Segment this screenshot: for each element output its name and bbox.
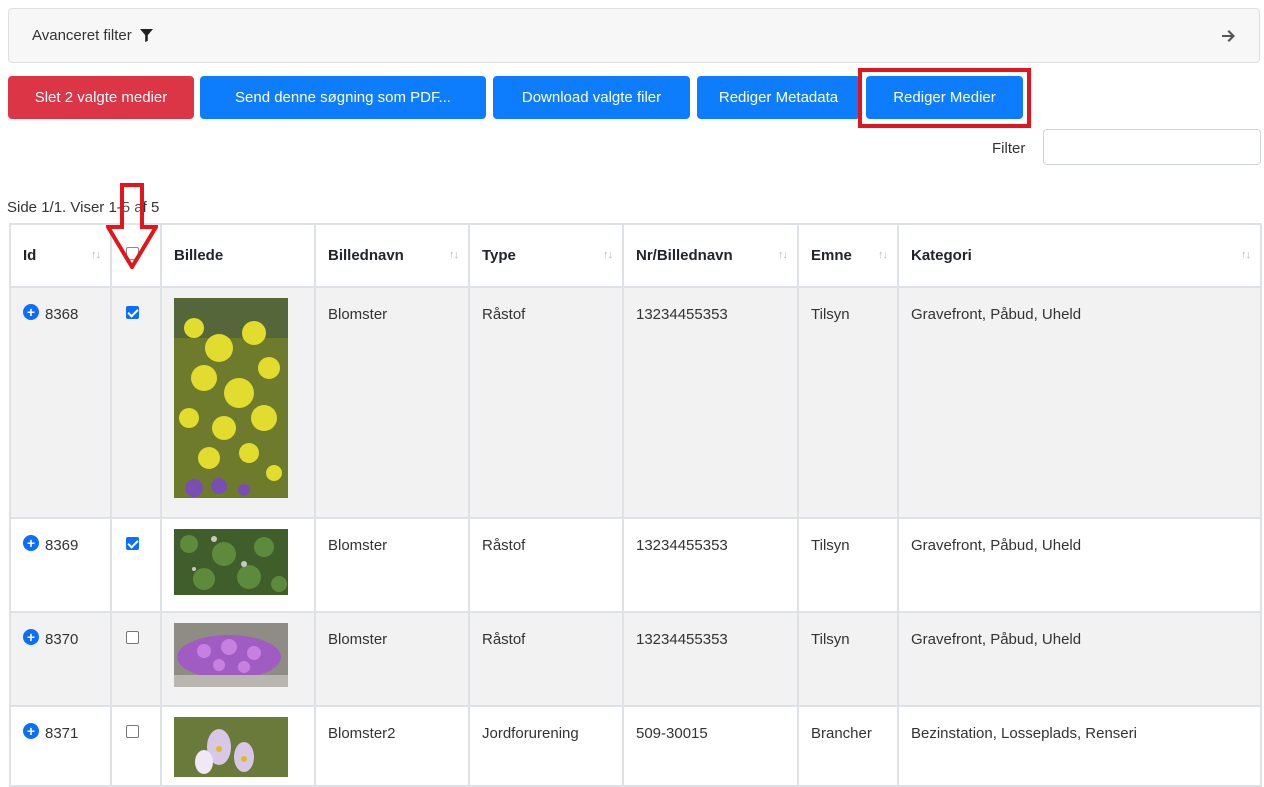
row-category: Gravefront, Påbud, Uheld — [897, 517, 1262, 613]
row-id: 8369 — [45, 537, 79, 554]
plus-circle-icon[interactable]: + — [23, 722, 39, 739]
download-selected-button[interactable]: Download valgte filer — [493, 76, 690, 119]
column-header-category[interactable]: Kategori ↑↓ — [897, 223, 1262, 288]
row-name: Blomster — [314, 611, 470, 707]
delete-selected-button[interactable]: Slet 2 valgte medier — [8, 76, 194, 119]
table-row[interactable]: +8368 Blomster Råstof 13234455353 Tilsyn… — [9, 286, 1262, 519]
row-name: Blomster2 — [314, 705, 470, 787]
row-type: Råstof — [468, 611, 624, 707]
column-header-image-label: Billede — [174, 247, 224, 264]
table-header-row: Id ↑↓ Billede Billednavn ↑↓ Type ↑↓ Nr/Bill… — [9, 223, 1262, 288]
column-header-nr-label: Nr/Billednavn — [636, 247, 733, 264]
column-header-category-label: Kategori — [911, 247, 972, 264]
sort-icon[interactable]: ↑↓ — [91, 249, 101, 261]
row-subject: Tilsyn — [797, 611, 899, 707]
row-category: Gravefront, Påbud, Uheld — [897, 286, 1262, 519]
row-nr: 13234455353 — [622, 611, 799, 707]
row-name: Blomster — [314, 286, 470, 519]
row-name: Blomster — [314, 517, 470, 613]
row-id: 8371 — [45, 725, 79, 742]
funnel-icon — [139, 29, 153, 42]
column-header-name-label: Billednavn — [328, 247, 404, 264]
arrow-right-icon[interactable] — [1222, 29, 1236, 42]
row-checkbox[interactable] — [126, 537, 139, 550]
row-category: Bezinstation, Losseplads, Renseri — [897, 705, 1262, 787]
column-header-image: Billede — [160, 223, 316, 288]
media-table: Id ↑↓ Billede Billednavn ↑↓ Type ↑↓ Nr/Bill… — [9, 223, 1262, 787]
table-row[interactable]: +8370 Blomster Råstof 13234455353 Tilsyn… — [9, 611, 1262, 707]
column-header-nr[interactable]: Nr/Billednavn ↑↓ — [622, 223, 799, 288]
row-checkbox[interactable] — [126, 631, 139, 644]
column-header-id[interactable]: Id ↑↓ — [9, 223, 112, 288]
row-id: 8368 — [45, 306, 79, 323]
row-subject: Brancher — [797, 705, 899, 787]
advanced-filter-bar[interactable]: Avanceret filter — [8, 8, 1260, 63]
thumbnail-image[interactable] — [174, 529, 288, 595]
edit-metadata-button[interactable]: Rediger Metadata — [697, 76, 860, 119]
thumbnail-image[interactable] — [174, 298, 288, 498]
advanced-filter-toggle[interactable]: Avanceret filter — [32, 27, 153, 44]
row-checkbox[interactable] — [126, 725, 139, 738]
column-header-name[interactable]: Billednavn ↑↓ — [314, 223, 470, 288]
sort-icon[interactable]: ↑↓ — [603, 249, 613, 261]
thumbnail-image[interactable] — [174, 717, 288, 777]
annotation-down-arrow — [106, 183, 158, 269]
row-type: Råstof — [468, 286, 624, 519]
plus-circle-icon[interactable]: + — [23, 303, 39, 320]
row-type: Råstof — [468, 517, 624, 613]
column-header-id-label: Id — [23, 247, 37, 264]
column-header-subject[interactable]: Emne ↑↓ — [797, 223, 899, 288]
sort-icon[interactable]: ↑↓ — [449, 249, 459, 261]
row-id: 8370 — [45, 631, 79, 648]
row-nr: 13234455353 — [622, 517, 799, 613]
filter-input[interactable] — [1043, 129, 1261, 165]
row-subject: Tilsyn — [797, 286, 899, 519]
table-row[interactable]: +8371 Blomster2 Jordforurening 509-30015… — [9, 705, 1262, 787]
row-category: Gravefront, Påbud, Uheld — [897, 611, 1262, 707]
thumbnail-image[interactable] — [174, 623, 288, 687]
column-header-type-label: Type — [482, 247, 516, 264]
column-header-subject-label: Emne — [811, 247, 852, 264]
column-header-type[interactable]: Type ↑↓ — [468, 223, 624, 288]
filter-label: Filter — [992, 140, 1026, 157]
plus-circle-icon[interactable]: + — [23, 628, 39, 645]
table-row[interactable]: +8369 Blomster Råstof 13234455353 Tilsyn… — [9, 517, 1262, 613]
plus-circle-icon[interactable]: + — [23, 534, 39, 551]
send-pdf-button[interactable]: Send denne søgning som PDF... — [200, 76, 486, 119]
sort-icon[interactable]: ↑↓ — [1241, 249, 1251, 261]
advanced-filter-label: Avanceret filter — [32, 27, 132, 44]
row-subject: Tilsyn — [797, 517, 899, 613]
sort-icon[interactable]: ↑↓ — [878, 249, 888, 261]
annotation-highlight-box — [858, 68, 1031, 128]
row-type: Jordforurening — [468, 705, 624, 787]
row-nr: 13234455353 — [622, 286, 799, 519]
row-nr: 509-30015 — [622, 705, 799, 787]
row-checkbox[interactable] — [126, 306, 139, 319]
sort-icon[interactable]: ↑↓ — [778, 249, 788, 261]
